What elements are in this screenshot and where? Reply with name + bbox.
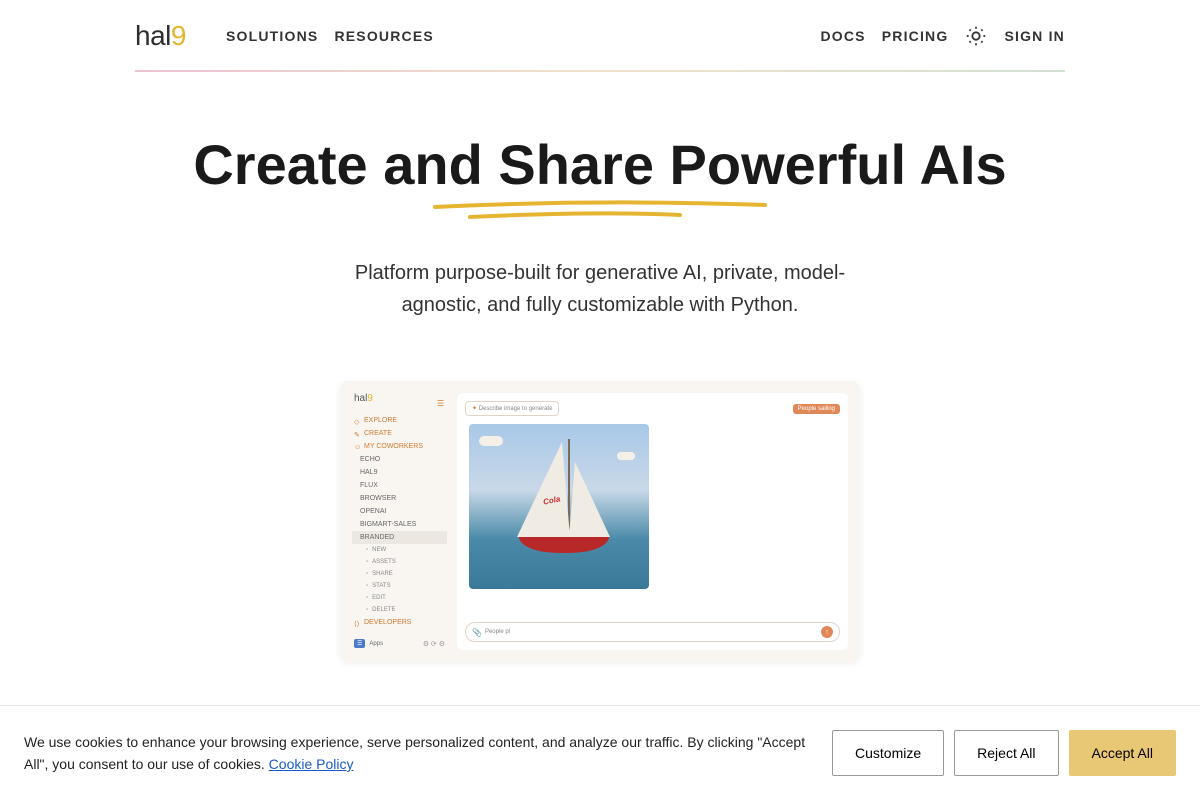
cookie-customize-button[interactable]: Customize (832, 730, 944, 776)
chart-icon: ▫ (366, 583, 368, 589)
ss-coworker-item: BIGMART-SALES (352, 518, 447, 531)
nav-solutions[interactable]: SOLUTIONS (226, 28, 318, 44)
nav-signin[interactable]: SIGN IN (1004, 28, 1065, 44)
ss-nav-coworkers: ☺MY COWORKERS (352, 440, 447, 453)
underline-decoration-icon (430, 197, 770, 227)
cloud-shape (479, 436, 503, 446)
sail-shape (517, 442, 570, 537)
paperclip-icon: 📎 (472, 628, 482, 637)
plus-icon: ✎ (354, 431, 360, 437)
hamburger-icon: ☰ (437, 399, 447, 408)
cookie-accept-button[interactable]: Accept All (1069, 730, 1176, 776)
share-icon: ▫ (366, 571, 368, 577)
send-icon: ↑ (821, 626, 833, 638)
ss-bottom-bar: ☰ Apps ⚙ ⟳ ⚙ (352, 637, 447, 650)
edit-icon: ▫ (366, 595, 368, 601)
folder-icon: ▫ (366, 559, 368, 565)
nav-pricing[interactable]: PRICING (882, 28, 949, 44)
nav-docs[interactable]: DOCS (820, 28, 865, 44)
logo-hal: hal (135, 20, 171, 52)
ss-nav-create: ✎CREATE (352, 427, 447, 440)
ss-coworker-item: ECHO (352, 453, 447, 466)
apps-badge: ☰ (354, 639, 365, 648)
ss-branded-sub: ▫ NEW (352, 544, 447, 556)
code-icon: ⟨⟩ (354, 620, 360, 626)
theme-toggle[interactable] (964, 24, 988, 48)
delete-icon: ▫ (366, 607, 368, 613)
cookie-policy-link[interactable]: Cookie Policy (269, 756, 354, 772)
ss-branded-sub: ▫ EDIT (352, 592, 447, 604)
sail-shape (569, 462, 610, 537)
ss-generated-image: Cola (469, 424, 649, 589)
ss-input-text: People pl (485, 629, 821, 635)
hero-section: Create and Share Powerful AIs Platform p… (0, 73, 1200, 351)
ss-tag: People sailing (793, 404, 840, 414)
ss-branded-sub: ▫ ASSETS (352, 556, 447, 568)
apps-label: Apps (369, 641, 383, 647)
logo-nine: 9 (171, 20, 186, 52)
hull-shape (519, 537, 609, 553)
people-icon: ☺ (354, 444, 360, 450)
cookie-text: We use cookies to enhance your browsing … (24, 731, 808, 776)
ss-branded-sub: ▫ SHARE (352, 568, 447, 580)
ss-nav-developers: ⟨⟩DEVELOPERS (352, 616, 447, 629)
sun-icon (965, 25, 987, 47)
ss-main-panel: ✦ Describe image to generate People sail… (457, 393, 848, 650)
ss-header-row: ✦ Describe image to generate People sail… (465, 401, 840, 416)
ss-coworker-item-active: BRANDED (352, 531, 447, 544)
sparkle-icon: ✦ (472, 406, 477, 412)
nav-left: SOLUTIONS RESOURCES (226, 28, 434, 44)
ss-prompt-button: ✦ Describe image to generate (465, 401, 559, 416)
ss-nav-explore: ◇EXPLORE (352, 414, 447, 427)
cookie-buttons: Customize Reject All Accept All (832, 730, 1176, 776)
header: hal9 SOLUTIONS RESOURCES DOCS PRICING SI… (0, 0, 1200, 73)
nav-resources[interactable]: RESOURCES (334, 28, 433, 44)
ss-coworker-item: OPENAI (352, 505, 447, 518)
product-screenshot: hal9 ☰ ◇EXPLORE ✎CREATE ☺MY COWORKERS EC… (340, 381, 860, 662)
ss-coworker-item: FLUX (352, 479, 447, 492)
hero-subtitle: Platform purpose-built for generative AI… (330, 257, 870, 321)
hero-title: Create and Share Powerful AIs (193, 133, 1006, 197)
ss-sidebar: hal9 ☰ ◇EXPLORE ✎CREATE ☺MY COWORKERS EC… (352, 393, 447, 650)
cloud-shape (617, 452, 635, 460)
logo[interactable]: hal9 (135, 20, 186, 52)
ss-branded-sub: ▫ STATS (352, 580, 447, 592)
gear-icon: ⚙ ⟳ ⚙ (423, 640, 445, 648)
compass-icon: ◇ (354, 418, 360, 424)
cookie-banner: We use cookies to enhance your browsing … (0, 705, 1200, 800)
nav-right: DOCS PRICING SIGN IN (820, 24, 1065, 48)
cookie-reject-button[interactable]: Reject All (954, 730, 1058, 776)
ss-coworker-item: BROWSER (352, 492, 447, 505)
ss-logo: hal9 (352, 393, 373, 404)
ss-input-row: 📎 People pl ↑ (465, 622, 840, 642)
ss-branded-sub: ▫ DELETE (352, 604, 447, 616)
ss-coworker-item: HAL9 (352, 466, 447, 479)
file-icon: ▫ (366, 547, 368, 553)
